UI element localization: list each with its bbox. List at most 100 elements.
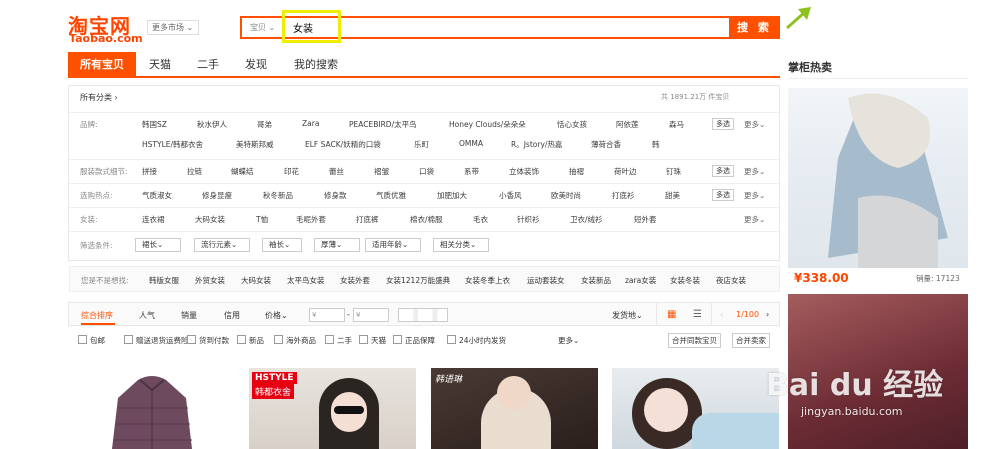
filter-option[interactable]: 森马 <box>669 119 684 130</box>
tab-my-search[interactable]: 我的搜索 <box>286 52 346 78</box>
filter-option[interactable]: 小香风 <box>499 190 522 201</box>
list-view-icon[interactable]: ☰ <box>693 309 702 320</box>
sort-sales[interactable]: 销量 <box>181 310 197 321</box>
filter-option[interactable]: 哥弟 <box>257 119 272 130</box>
search-input[interactable] <box>287 18 727 37</box>
filter-option[interactable]: 针织衫 <box>517 214 540 225</box>
all-category-breadcrumb[interactable]: 所有分类 › <box>80 92 118 103</box>
price-max-input[interactable]: ¥ <box>353 308 389 322</box>
suggestion-link[interactable]: 夜店女装 <box>716 275 746 286</box>
sort-credit[interactable]: 信用 <box>224 310 240 321</box>
dropdown-sleeve-length[interactable]: 袖长⌄ <box>262 238 302 252</box>
tab-discover[interactable]: 发现 <box>236 52 276 78</box>
filter-option[interactable]: R。Jstory/热嘉 <box>511 139 562 150</box>
suggestion-link[interactable]: zara女装 <box>625 275 656 286</box>
product-image[interactable] <box>612 368 779 449</box>
filter-option[interactable]: 秋水伊人 <box>197 119 227 130</box>
side-product-image[interactable] <box>788 88 968 268</box>
filter-option[interactable]: 韩国SZ <box>142 119 167 130</box>
price-min-input[interactable]: ¥ <box>309 308 345 322</box>
filter-option[interactable]: T恤 <box>256 214 268 225</box>
suggestion-link[interactable]: 女装冬季上衣 <box>465 275 510 286</box>
product-image[interactable]: 韩语琳 <box>431 368 598 449</box>
suggestion-link[interactable]: 大码女装 <box>241 275 271 286</box>
filter-option[interactable]: 钉珠 <box>666 166 681 177</box>
prev-page-icon[interactable]: ‹ <box>720 310 723 319</box>
tab-secondhand[interactable]: 二手 <box>188 52 228 78</box>
filter-option[interactable]: 修身款 <box>324 190 347 201</box>
filter-option[interactable]: 乐町 <box>414 139 429 150</box>
filter-option[interactable]: 加肥加大 <box>437 190 467 201</box>
checkbox[interactable] <box>274 335 283 344</box>
merge-same-items-button[interactable]: 合并同款宝贝 <box>668 333 721 348</box>
checkbox[interactable] <box>393 335 402 344</box>
filter-option[interactable]: 短外套 <box>634 214 657 225</box>
search-button[interactable]: 搜 索 <box>729 16 780 39</box>
filter-option[interactable]: 毛呢外套 <box>296 214 326 225</box>
price-range-bar[interactable] <box>398 308 448 322</box>
filter-option[interactable]: Honey Clouds/朵朵朵 <box>449 119 526 130</box>
filter-option[interactable]: 秋冬新品 <box>263 190 293 201</box>
filter-option[interactable]: 抽褶 <box>569 166 584 177</box>
checkbox[interactable] <box>359 335 368 344</box>
filter-option[interactable]: 蝴蝶结 <box>231 166 254 177</box>
suggestion-link[interactable]: 运动套装女 <box>527 275 565 286</box>
more-button[interactable]: 更多⌄ <box>744 166 765 177</box>
filter-option[interactable]: 蕾丝 <box>329 166 344 177</box>
filter-option[interactable]: 棉衣/棉服 <box>410 214 443 225</box>
next-page-icon[interactable]: › <box>766 310 769 319</box>
suggestion-link[interactable]: 女装外套 <box>340 275 370 286</box>
more-button[interactable]: 更多⌄ <box>744 214 765 225</box>
multi-select-button[interactable]: 多选 <box>712 189 734 201</box>
sort-price[interactable]: 价格⌄ <box>265 310 288 321</box>
dropdown-related-category[interactable]: 相关分类⌄ <box>433 238 489 252</box>
sort-default[interactable]: 综合排序 <box>81 310 113 321</box>
filter-option[interactable]: 修身显瘦 <box>202 190 232 201</box>
filter-option[interactable]: 拉链 <box>187 166 202 177</box>
grid-view-icon[interactable]: ▦ <box>667 309 676 320</box>
dropdown-fashion-element[interactable]: 流行元素⌄ <box>194 238 250 252</box>
checkbox[interactable] <box>325 335 334 344</box>
filter-option[interactable]: 打底衫 <box>612 190 635 201</box>
checkbox[interactable] <box>237 335 246 344</box>
filter-option[interactable]: 美特斯邦威 <box>236 139 274 150</box>
filter-option[interactable]: 褶皱 <box>374 166 389 177</box>
tab-tmall[interactable]: 天猫 <box>140 52 180 78</box>
filter-option[interactable]: 印花 <box>284 166 299 177</box>
suggestion-link[interactable]: 女装新品 <box>581 275 611 286</box>
suggestion-link[interactable]: 女装1212万能盛典 <box>386 275 450 286</box>
checkbox[interactable] <box>78 335 87 344</box>
filter-option[interactable]: HSTYLE/韩都衣舍 <box>142 139 203 150</box>
filter-option[interactable]: 韩 <box>652 139 660 150</box>
checkbox[interactable] <box>187 335 196 344</box>
filter-option[interactable]: 立体装饰 <box>509 166 539 177</box>
filter-option[interactable]: PEACEBIRD/太平鸟 <box>349 119 417 130</box>
filter-option[interactable]: 打底裤 <box>356 214 379 225</box>
search-type-select[interactable]: 宝贝 ⌄ <box>242 18 286 37</box>
suggestion-link[interactable]: 外贸女装 <box>195 275 225 286</box>
filter-option[interactable]: Zara <box>302 119 319 128</box>
filter-option[interactable]: 恬心女孩 <box>557 119 587 130</box>
product-image[interactable] <box>68 368 235 449</box>
filter-option[interactable]: 欧美时尚 <box>551 190 581 201</box>
taobao-logo-url[interactable]: Taobao.com <box>69 32 143 45</box>
tab-all-items[interactable]: 所有宝贝 <box>68 52 136 78</box>
filter-option[interactable]: 连衣裙 <box>142 214 165 225</box>
suggestion-link[interactable]: 韩版女服 <box>149 275 179 286</box>
filter-option[interactable]: 拼接 <box>142 166 157 177</box>
product-image[interactable]: HSTYLE 韩都衣舍 <box>249 368 416 449</box>
sort-popularity[interactable]: 人气 <box>139 310 155 321</box>
more-button[interactable]: 更多⌄ <box>744 119 765 130</box>
multi-select-button[interactable]: 多选 <box>712 118 734 130</box>
filter-option[interactable]: 薄荷合香 <box>591 139 621 150</box>
more-button[interactable]: 更多⌄ <box>744 190 765 201</box>
options-more[interactable]: 更多⌄ <box>558 335 579 346</box>
filter-option[interactable]: ELF SACK/妖精的口袋 <box>305 139 381 150</box>
dropdown-skirt-length[interactable]: 裙长⌄ <box>135 238 181 252</box>
checkbox[interactable] <box>124 335 133 344</box>
filter-option[interactable]: 系带 <box>464 166 479 177</box>
merge-sellers-button[interactable]: 合并卖家 <box>732 333 770 348</box>
filter-option[interactable]: 大码女装 <box>195 214 225 225</box>
filter-option[interactable]: 毛衣 <box>473 214 488 225</box>
filter-option[interactable]: 气质淑女 <box>142 190 172 201</box>
